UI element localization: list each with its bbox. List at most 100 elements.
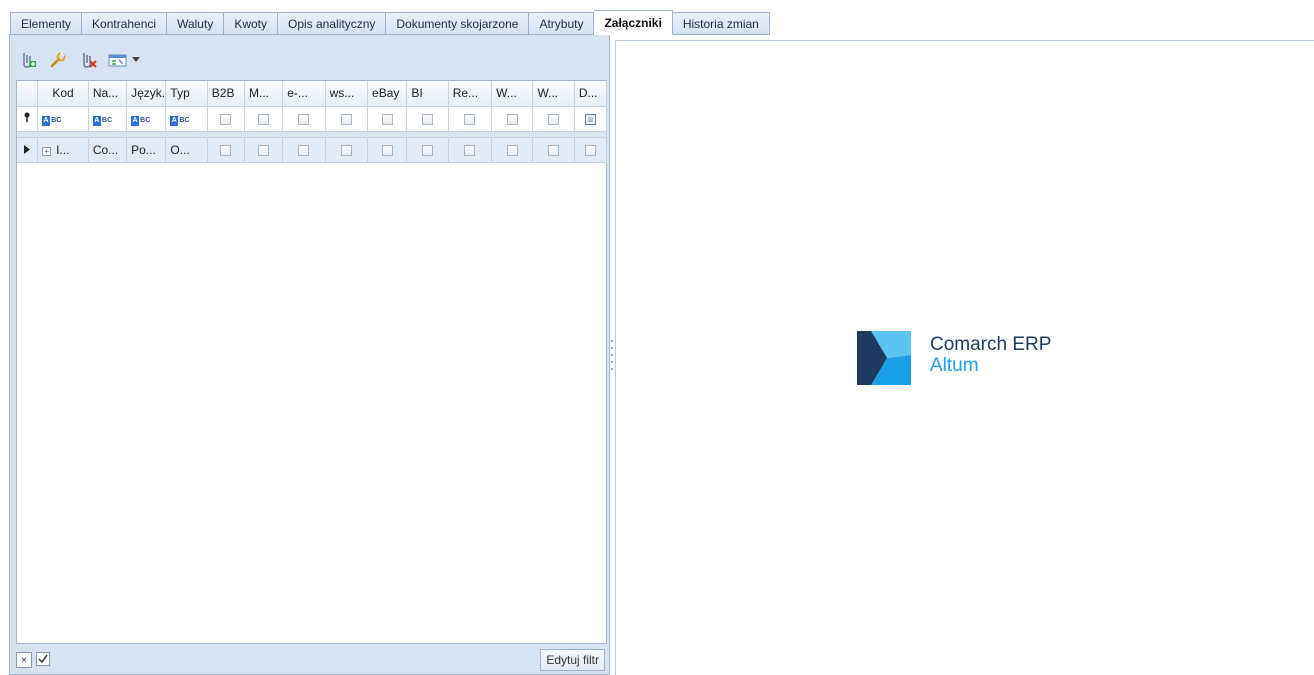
cell-m[interactable] [244, 137, 284, 163]
tab-opis-analityczny[interactable]: Opis analityczny [278, 12, 387, 35]
filter-cell-m[interactable] [244, 106, 284, 132]
view-options-dropdown[interactable] [130, 50, 142, 70]
filter-cell-w1[interactable] [491, 106, 534, 132]
filter-cell-ws[interactable] [325, 106, 369, 132]
filter-checkbox[interactable] [422, 113, 433, 125]
attachments-list-panel: Kod Na... Język... Typ B2B M... e-... ws… [9, 34, 610, 675]
wrench-icon [50, 52, 66, 68]
edit-filter-button[interactable]: Edytuj filtr [540, 649, 605, 671]
column-header[interactable]: eBay [367, 81, 408, 107]
row-checkbox[interactable] [381, 144, 393, 156]
comarch-logo: Comarch ERP Altum [857, 331, 1051, 385]
view-options-button[interactable] [108, 50, 128, 70]
filter-enabled-checkbox[interactable] [36, 652, 50, 666]
filter-cell-bi[interactable] [406, 106, 449, 132]
column-header[interactable]: M... [244, 81, 284, 107]
column-header[interactable]: W... [491, 81, 534, 107]
logo-line-edition: Altum [930, 355, 979, 376]
cell-re[interactable] [448, 137, 493, 163]
column-header[interactable]: Kod [37, 81, 89, 107]
cell-w1[interactable] [491, 137, 534, 163]
row-checkbox[interactable] [506, 144, 518, 156]
row-checkbox[interactable] [422, 144, 433, 156]
column-header[interactable]: ws... [325, 81, 369, 107]
filter-cell-re[interactable] [448, 106, 493, 132]
comarch-logo-mark-icon [857, 331, 911, 385]
column-header[interactable]: W... [532, 81, 575, 107]
current-row-arrow-icon [24, 144, 31, 154]
filter-checkbox-indeterminate[interactable] [584, 113, 596, 125]
row-checkbox[interactable] [548, 144, 560, 156]
add-attachment-button[interactable] [18, 50, 38, 70]
column-header[interactable]: B2B [207, 81, 245, 107]
expand-row-icon[interactable]: + [42, 146, 52, 156]
filter-cell-nazwa[interactable]: A BC [88, 106, 128, 132]
row-checkbox[interactable] [584, 144, 596, 156]
cell-typ[interactable]: O... [165, 137, 208, 163]
view-options-icon [108, 54, 127, 67]
edit-attachment-button[interactable] [48, 50, 68, 70]
column-header[interactable]: Na... [88, 81, 128, 107]
clear-filter-button[interactable]: × [16, 652, 32, 668]
tab-kwoty[interactable]: Kwoty [224, 12, 278, 35]
filter-cell-e[interactable] [282, 106, 326, 132]
grid-header-row: Kod Na... Język... Typ B2B M... e-... ws… [17, 81, 608, 107]
text-filter-icon: A BC [131, 115, 151, 126]
cell-b2b[interactable] [207, 137, 245, 163]
filter-row-indicator [17, 106, 39, 132]
cell-nazwa[interactable]: Co... [88, 137, 128, 163]
filter-checkbox[interactable] [258, 113, 270, 125]
filter-cell-typ[interactable]: A BC [165, 106, 208, 132]
filter-checkbox[interactable] [464, 113, 476, 125]
cell-ws[interactable] [325, 137, 369, 163]
tab-kontrahenci[interactable]: Kontrahenci [82, 12, 168, 35]
row-checkbox[interactable] [220, 144, 232, 156]
filter-checkbox[interactable] [340, 113, 352, 125]
column-header[interactable]: Typ [165, 81, 208, 107]
filter-checkbox[interactable] [220, 113, 232, 125]
tab-elementy[interactable]: Elementy [10, 12, 83, 35]
filter-cell-d[interactable] [574, 106, 608, 132]
cell-jezyk[interactable]: Po... [126, 137, 167, 163]
filter-cell-kod[interactable]: A BC [37, 106, 89, 132]
filter-cell-jezyk[interactable]: A BC [126, 106, 167, 132]
filter-checkbox[interactable] [298, 113, 310, 125]
tab-zalaczniki[interactable]: Załączniki [594, 10, 673, 35]
attachment-preview-panel: Comarch ERP Altum [615, 40, 1314, 675]
filter-checkbox[interactable] [506, 113, 518, 125]
column-header[interactable]: Re... [448, 81, 493, 107]
text-filter-icon: A BC [92, 115, 113, 126]
tab-atrybuty[interactable]: Atrybuty [529, 12, 595, 35]
cell-bi[interactable] [406, 137, 449, 163]
filter-checkbox[interactable] [381, 113, 393, 125]
cell-ebay[interactable] [367, 137, 408, 163]
filter-cell-b2b[interactable] [207, 106, 245, 132]
cell-e[interactable] [282, 137, 326, 163]
column-header[interactable]: e-... [282, 81, 326, 107]
chevron-down-icon [132, 57, 140, 62]
row-checkbox[interactable] [464, 144, 476, 156]
filter-row: A BC A BC A BC A BC [17, 106, 608, 132]
tab-dokumenty-skojarzone[interactable]: Dokumenty skojarzone [386, 12, 530, 35]
cell-kod[interactable]: + I... [37, 137, 89, 163]
column-header[interactable]: BI [406, 81, 449, 107]
column-header[interactable]: D... [574, 81, 608, 107]
row-checkbox[interactable] [258, 144, 270, 156]
row-checkbox[interactable] [298, 144, 310, 156]
filter-cell-ebay[interactable] [367, 106, 408, 132]
column-header[interactable]: Język... [126, 81, 167, 107]
tab-historia-zmian[interactable]: Historia zmian [672, 12, 770, 35]
tab-strip: Elementy Kontrahenci Waluty Kwoty Opis a… [10, 10, 770, 35]
table-row[interactable]: + I... Co... Po... O... [17, 137, 608, 163]
filter-checkbox[interactable] [548, 113, 560, 125]
text-filter-icon: A BC [170, 115, 190, 126]
panel-splitter[interactable] [610, 340, 614, 370]
delete-attachment-button[interactable] [78, 50, 98, 70]
attachments-grid: Kod Na... Język... Typ B2B M... e-... ws… [16, 80, 608, 644]
tab-waluty[interactable]: Waluty [167, 12, 225, 35]
filter-cell-w2[interactable] [532, 106, 575, 132]
add-attachment-icon [23, 53, 36, 68]
cell-w2[interactable] [532, 137, 575, 163]
row-checkbox[interactable] [340, 144, 352, 156]
cell-d[interactable] [574, 137, 608, 163]
